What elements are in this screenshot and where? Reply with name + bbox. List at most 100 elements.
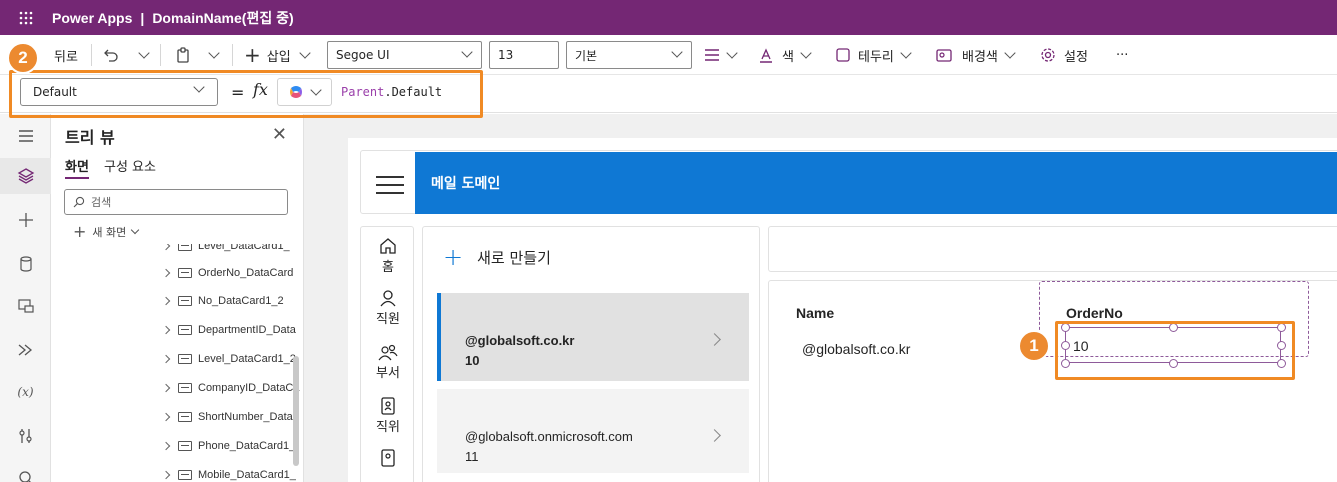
border-button[interactable]: 테두리 (836, 35, 912, 75)
resize-handle[interactable] (1277, 341, 1286, 350)
tree-node-label: CompanyID_DataCa (198, 382, 300, 394)
search-placeholder: 검색 (91, 196, 112, 209)
tree-node[interactable]: Level_DataCard1_ (163, 244, 290, 256)
resize-handle[interactable] (1169, 359, 1178, 368)
power-automate-icon[interactable] (0, 332, 51, 368)
insert-icon[interactable] (0, 202, 51, 238)
nav-department[interactable]: 부서 (361, 343, 415, 381)
nav-department-label: 부서 (376, 366, 400, 381)
search-icon[interactable] (0, 460, 51, 482)
nav-employee[interactable]: 직원 (361, 289, 415, 327)
tree-scrollbar[interactable] (293, 356, 299, 466)
chevron-down-icon (671, 46, 683, 58)
formula-property: .Default (384, 85, 443, 99)
resize-handle[interactable] (1061, 323, 1070, 332)
insert-button[interactable]: + 삽입 (244, 35, 311, 75)
app-canvas: 메일 도메인 홈 직원 부서 직위 + 새로 만들기 @globalsoft.c… (304, 114, 1337, 482)
command-bar: 뒤로 + 삽입 Segoe UI 13 기본 색 테두리 배경색 설정 ··· (0, 35, 1337, 75)
tree-node[interactable]: Level_DataCard1_2 (161, 349, 296, 369)
new-screen-button[interactable]: + 새 화면 (73, 222, 140, 241)
tree-node[interactable]: CompanyID_DataCa (161, 378, 300, 398)
more-button[interactable]: ··· (1116, 35, 1128, 75)
advanced-tools-icon[interactable] (0, 418, 51, 454)
font-family-value: Segoe UI (336, 48, 390, 62)
tree-view-panel: 트리 뷰 ✕ 화면 구성 요소 검색 + 새 화면 Level_DataCard… (51, 114, 304, 482)
resize-handle[interactable] (1061, 341, 1070, 350)
resize-handle[interactable] (1061, 359, 1070, 368)
formula-input[interactable]: Parent .Default (333, 78, 1337, 106)
list-item[interactable]: @globalsoft.onmicrosoft.com 11 (437, 389, 749, 473)
nav-home-label: 홈 (382, 260, 394, 275)
resize-handle[interactable] (1277, 359, 1286, 368)
gear-icon (1041, 48, 1055, 62)
list-item-subtitle: 10 (465, 353, 480, 368)
undo-dropdown[interactable] (138, 35, 150, 75)
menu-icon[interactable] (0, 118, 51, 154)
back-button[interactable]: 뒤로 (40, 35, 78, 75)
color-label: 색 (782, 49, 794, 65)
new-record-label: 새로 만들기 (477, 248, 551, 267)
resize-handle[interactable] (1169, 323, 1178, 332)
edit-form: Name @globalsoft.co.kr OrderNo 10 (768, 280, 1337, 482)
list-item[interactable]: @globalsoft.co.kr 10 (437, 293, 749, 381)
tree-node[interactable]: Phone_DataCard1_ (161, 436, 295, 456)
undo-icon (104, 49, 118, 62)
align-button[interactable] (704, 35, 738, 75)
chevron-down-icon (131, 225, 140, 234)
nav-home[interactable]: 홈 (361, 237, 415, 275)
chevron-down-icon (726, 47, 738, 59)
data-icon[interactable] (0, 246, 51, 282)
font-size-input[interactable]: 13 (489, 41, 559, 69)
orderno-value: 10 (1073, 338, 1089, 354)
property-dropdown[interactable]: Default (20, 78, 218, 106)
card-icon (178, 383, 192, 393)
fill-button[interactable]: 배경색 (936, 35, 1016, 75)
tree-node[interactable]: Mobile_DataCard1_ (161, 465, 296, 482)
domain-gallery: + 새로 만들기 @globalsoft.co.kr 10 @globalsof… (422, 226, 760, 482)
tab-components[interactable]: 구성 요소 (104, 156, 156, 175)
chevron-right-icon (161, 412, 171, 422)
tree-node-label: DepartmentID_Data (198, 324, 296, 336)
tree-node[interactable]: DepartmentID_Data (161, 320, 296, 340)
align-icon (705, 49, 719, 61)
paste-button[interactable] (175, 35, 191, 75)
tree-node-label: Level_DataCard1_2 (198, 353, 296, 365)
nav-position[interactable]: 직위 (361, 397, 415, 435)
fill-label: 배경색 (962, 49, 998, 65)
settings-button[interactable]: 설정 (1040, 35, 1088, 75)
tree-node[interactable]: No_DataCard1_2 (161, 291, 284, 311)
new-record-button[interactable]: + 새로 만들기 (443, 243, 551, 271)
tree-node-label: ShortNumber_Data (198, 411, 293, 423)
copilot-button[interactable] (277, 78, 332, 106)
fx-icon: fx (253, 80, 268, 99)
resize-handle[interactable] (1277, 323, 1286, 332)
variables-icon[interactable]: (x) (0, 374, 51, 410)
font-weight-dropdown[interactable]: 기본 (566, 41, 692, 69)
header-title-text: 메일 도메인 (431, 176, 501, 192)
color-button[interactable]: 색 (758, 35, 812, 75)
hamburger-icon[interactable] (376, 176, 404, 200)
new-screen-label: 새 화면 (92, 225, 127, 239)
orderno-label: OrderNo (1066, 305, 1123, 321)
card-icon (178, 441, 192, 451)
orderno-text-input[interactable]: 10 (1065, 327, 1281, 363)
media-icon[interactable] (0, 288, 51, 324)
tree-view-icon[interactable] (0, 158, 51, 194)
panel-title: 트리 뷰 (65, 128, 115, 147)
divider (232, 44, 233, 66)
font-family-dropdown[interactable]: Segoe UI (327, 41, 482, 69)
chevron-down-icon (461, 46, 473, 58)
paste-dropdown[interactable] (208, 35, 220, 75)
search-input[interactable]: 검색 (64, 189, 288, 215)
app-launcher-icon[interactable] (0, 0, 52, 35)
close-icon[interactable]: ✕ (272, 124, 287, 145)
undo-button[interactable] (103, 35, 119, 75)
card-icon (178, 470, 192, 480)
tree-node[interactable]: ShortNumber_Data (161, 407, 293, 427)
nav-more[interactable] (361, 449, 415, 468)
tab-screens[interactable]: 화면 (65, 156, 89, 179)
copilot-icon (290, 86, 302, 98)
chevron-down-icon (138, 47, 150, 59)
badge-icon (381, 449, 395, 467)
tree-node[interactable]: OrderNo_DataCard (161, 263, 293, 283)
